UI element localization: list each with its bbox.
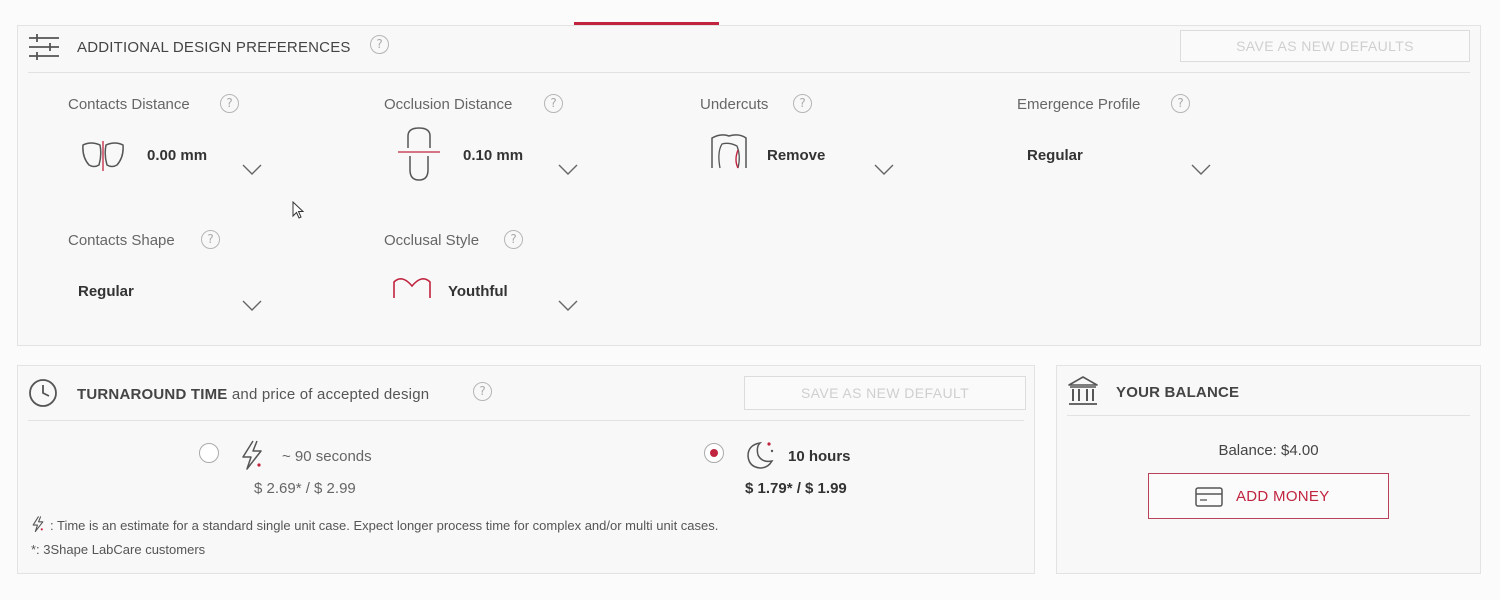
pref-occlusal-style[interactable]: Occlusal Style ? Youthful (384, 230, 684, 332)
undercuts-icon (711, 134, 747, 169)
credit-card-icon (1195, 487, 1223, 507)
pref-contacts-distance[interactable]: Contacts Distance ? 0.00 mm (68, 94, 368, 196)
save-as-new-defaults-button[interactable]: SAVE AS NEW DEFAULTS (1180, 30, 1470, 62)
help-icon[interactable]: ? (473, 382, 492, 401)
chevron-down-icon[interactable] (1191, 164, 1211, 176)
pref-contacts-shape[interactable]: Contacts Shape ? Regular (68, 230, 368, 332)
pref-undercuts[interactable]: Undercuts ? Remove (700, 94, 1000, 196)
bank-icon (1068, 376, 1098, 405)
fast-price: $ 2.69* / $ 2.99 (254, 480, 356, 497)
lightning-icon (242, 440, 262, 470)
pref-value: Regular (1027, 147, 1083, 164)
turnaround-panel: TURNAROUND TIME and price of accepted de… (17, 365, 1035, 574)
slow-time: 10 hours (788, 448, 851, 465)
balance-title: YOUR BALANCE (1116, 384, 1240, 401)
pref-value: 0.10 mm (463, 147, 524, 164)
turnaround-title: TURNAROUND TIME and price of accepted de… (77, 386, 429, 403)
pref-emergence-profile[interactable]: Emergence Profile ? Regular (1017, 94, 1317, 196)
clock-icon (29, 379, 57, 407)
add-money-label: ADD MONEY (1236, 488, 1330, 505)
pref-label: Contacts Distance (68, 96, 190, 113)
help-icon[interactable]: ? (201, 230, 220, 249)
design-preferences-header: ADDITIONAL DESIGN PREFERENCES ? SAVE AS … (18, 26, 1480, 74)
help-icon[interactable]: ? (220, 94, 239, 113)
occlusion-distance-icon (398, 127, 440, 181)
contacts-distance-icon (82, 141, 124, 171)
sliders-icon (29, 34, 59, 60)
add-money-button[interactable]: ADD MONEY (1148, 473, 1389, 519)
slow-price: $ 1.79* / $ 1.99 (745, 480, 847, 497)
balance-panel: YOUR BALANCE Balance: $4.00 ADD MONEY (1056, 365, 1481, 574)
footnote-labcare: *: 3Shape LabCare customers (31, 542, 206, 557)
design-preferences-panel: ADDITIONAL DESIGN PREFERENCES ? SAVE AS … (17, 25, 1481, 346)
pref-value: Youthful (448, 283, 508, 300)
footnote-time: : Time is an estimate for a standard sin… (50, 518, 719, 533)
pref-label: Occlusion Distance (384, 96, 513, 113)
pref-label: Occlusal Style (384, 232, 480, 249)
pref-value: 0.00 mm (147, 147, 208, 164)
chevron-down-icon[interactable] (242, 164, 262, 176)
mouse-cursor-icon (292, 201, 304, 219)
balance-amount: Balance: $4.00 (1218, 442, 1319, 459)
header-divider (1067, 415, 1470, 416)
turnaround-title-bold: TURNAROUND TIME (77, 386, 228, 403)
turnaround-title-rest: and price of accepted design (231, 386, 430, 403)
youthful-style-icon (393, 278, 431, 298)
pref-value: Regular (78, 283, 134, 300)
radio-slow[interactable] (704, 443, 724, 463)
help-icon[interactable]: ? (504, 230, 523, 249)
chevron-down-icon[interactable] (242, 300, 262, 312)
save-as-new-default-button[interactable]: SAVE AS NEW DEFAULT (744, 376, 1026, 410)
header-divider (28, 420, 1024, 421)
help-icon[interactable]: ? (544, 94, 563, 113)
header-divider (28, 72, 1470, 73)
pref-label: Emergence Profile (1017, 96, 1141, 113)
chevron-down-icon[interactable] (874, 164, 894, 176)
help-icon[interactable]: ? (370, 35, 389, 54)
lightning-icon (32, 516, 44, 533)
design-preferences-title: ADDITIONAL DESIGN PREFERENCES (77, 39, 351, 56)
chevron-down-icon[interactable] (558, 300, 578, 312)
chevron-down-icon[interactable] (558, 164, 578, 176)
pref-value: Remove (767, 147, 826, 164)
pref-occlusion-distance[interactable]: Occlusion Distance ? 0.10 mm (384, 94, 684, 196)
help-icon[interactable]: ? (1171, 94, 1190, 113)
radio-fast[interactable] (199, 443, 219, 463)
pref-label: Contacts Shape (68, 232, 175, 249)
fast-time: ~ 90 seconds (282, 448, 372, 465)
moon-icon (747, 441, 774, 469)
help-icon[interactable]: ? (793, 94, 812, 113)
pref-label: Undercuts (700, 96, 769, 113)
